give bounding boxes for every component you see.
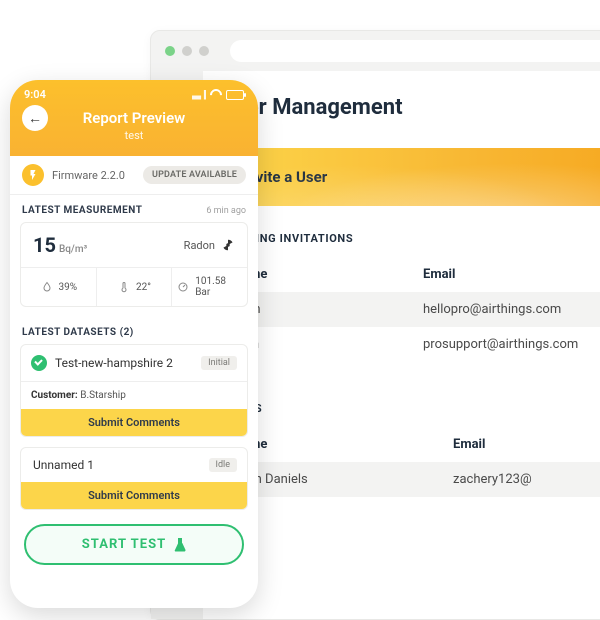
droplet-icon [40, 280, 54, 294]
radon-icon [221, 238, 235, 252]
start-test-label: START TEST [82, 537, 167, 552]
pending-invitations-heading: PENDING INVITATIONS [221, 232, 600, 245]
firmware-icon [22, 164, 44, 186]
pending-invitations-table: Name Email zach hellopro@airthings.com G… [221, 257, 600, 362]
phone-mockup: 9:04 ← Report Preview test Firmware 2.2.… [10, 80, 258, 608]
signal-icon [192, 90, 206, 100]
table-row[interactable]: zach hellopro@airthings.com [221, 292, 600, 327]
submit-comments-button[interactable]: Submit Comments [21, 409, 247, 436]
battery-icon [226, 90, 244, 100]
column-name: Name [233, 267, 423, 282]
cell-email: prosupport@airthings.com [423, 337, 600, 352]
users-heading: USERS [221, 402, 600, 415]
url-bar[interactable] [230, 40, 600, 62]
start-test-button[interactable]: START TEST [24, 524, 244, 565]
main-content: User Management Invite a User PENDING IN… [203, 71, 600, 619]
table-row[interactable]: Glen prosupport@airthings.com [221, 327, 600, 362]
screen-title: Report Preview [20, 109, 248, 127]
wifi-icon [208, 86, 225, 103]
firmware-label: Firmware 2.2.0 [52, 169, 135, 182]
dataset-customer: Customer: B.Starship [21, 381, 247, 409]
status-time: 9:04 [24, 88, 46, 101]
cell-name: Glen [233, 337, 423, 352]
page-title: User Management [221, 95, 600, 120]
pressure-chip: 101.58 Bar [171, 268, 247, 306]
flask-icon [174, 538, 186, 552]
column-name: Name [233, 437, 453, 452]
temperature-chip: 22° [96, 268, 172, 306]
dataset-card[interactable]: Test-new-hampshire 2 Initial Customer: B… [20, 344, 248, 437]
latest-measurement-time: 6 min ago [206, 206, 246, 216]
gauge-icon [176, 280, 190, 294]
dataset-tag: Idle [209, 458, 237, 472]
measurement-type: Radon [184, 238, 235, 252]
latest-measurement-heading: LATEST MEASUREMENT [22, 205, 142, 216]
screen-subtitle: test [20, 129, 248, 142]
submit-comments-button[interactable]: Submit Comments [21, 482, 247, 509]
cell-email: zachery123@ [453, 472, 600, 487]
check-icon [31, 355, 47, 371]
measurement-card[interactable]: 15Bq/m³ Radon 39% 22° [20, 222, 248, 307]
dataset-card[interactable]: Unnamed 1 Idle Submit Comments [20, 447, 248, 510]
dataset-tag: Initial [201, 356, 237, 370]
column-email: Email [423, 267, 600, 282]
humidity-chip: 39% [21, 268, 96, 306]
cell-name: zach [233, 302, 423, 317]
traffic-light-grey[interactable] [182, 46, 192, 56]
status-bar: 9:04 [10, 80, 258, 103]
dataset-title: Test-new-hampshire 2 [55, 356, 193, 370]
thermometer-icon [117, 280, 131, 294]
update-available-badge[interactable]: UPDATE AVAILABLE [143, 166, 246, 184]
invite-user-banner[interactable]: Invite a User [221, 148, 600, 206]
back-button[interactable]: ← [22, 105, 48, 131]
dataset-title: Unnamed 1 [31, 458, 201, 472]
traffic-light-grey[interactable] [199, 46, 209, 56]
table-row[interactable]: Zach Daniels zachery123@ [221, 462, 600, 497]
column-email: Email [453, 437, 600, 452]
phone-header: 9:04 ← Report Preview test [10, 80, 258, 156]
cell-email: hellopro@airthings.com [423, 302, 600, 317]
firmware-row: Firmware 2.2.0 UPDATE AVAILABLE [10, 156, 258, 195]
cell-name: Zach Daniels [233, 472, 453, 487]
latest-datasets-heading: LATEST DATASETS (2) [22, 327, 134, 338]
users-table: Name Email Zach Daniels zachery123@ [221, 427, 600, 497]
traffic-light-green[interactable] [165, 46, 175, 56]
browser-chrome [151, 31, 600, 71]
measurement-value: 15Bq/m³ [33, 233, 87, 257]
